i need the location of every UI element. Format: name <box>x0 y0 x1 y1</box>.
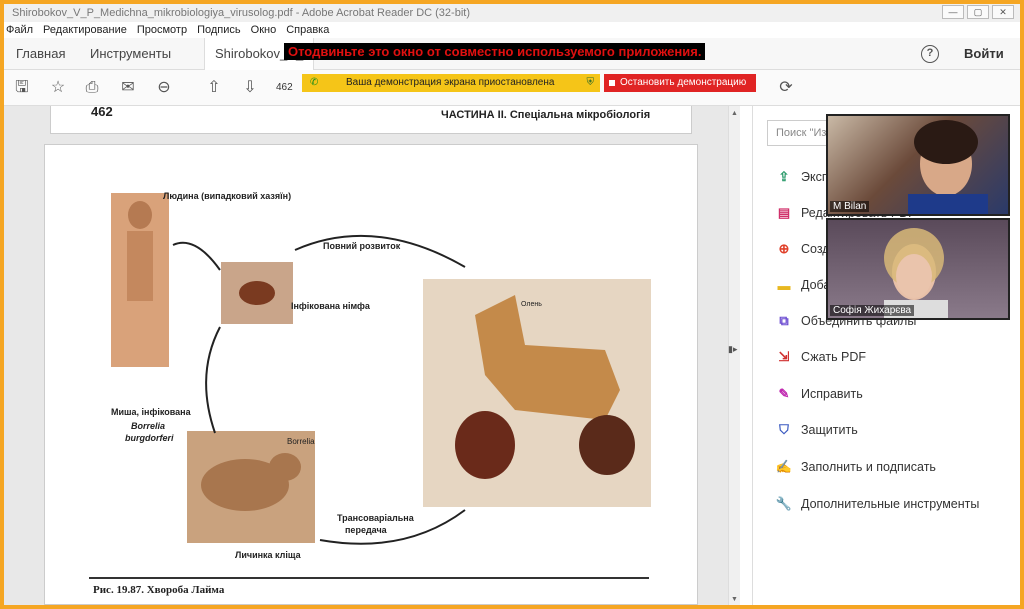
email-icon[interactable]: ✉ <box>118 78 138 98</box>
menu-file[interactable]: Файл <box>6 22 33 38</box>
label-burgdorferi: burgdorferi <box>125 433 174 443</box>
zoom-out-icon[interactable]: ⊖ <box>154 78 174 98</box>
collapse-pane-icon[interactable]: ▮▸ <box>728 344 750 364</box>
label-transovarial: Трансоваріальна <box>337 513 414 523</box>
participant-name: M Bilan <box>830 201 870 212</box>
tool-label: Защитить <box>801 423 858 437</box>
create-pdf-icon: ⊕ <box>778 241 790 256</box>
menu-window[interactable]: Окно <box>251 22 277 38</box>
screen-share-paused-bar: ✆ Ваша демонстрация экрана приостановлен… <box>302 74 600 92</box>
tool-compress[interactable]: ⇲ Сжать PDF <box>775 346 867 368</box>
share-warning-banner: Отодвиньте это окно от совместно использ… <box>284 43 706 60</box>
label-mouse: Миша, інфікована <box>111 407 191 417</box>
signin-button[interactable]: Войти <box>964 38 1004 70</box>
window-controls: — ▢ ✕ <box>942 5 1014 19</box>
tool-label: Исправить <box>801 387 863 401</box>
label-deer: Олень <box>521 301 542 308</box>
edit-pdf-icon: ▤ <box>777 205 791 220</box>
label-full-development: Повний розвиток <box>323 241 401 251</box>
participant-video-2: Софія Жихарєва <box>826 218 1010 320</box>
menu-bar: Файл Редактирование Просмотр Подпись Окн… <box>4 22 1020 38</box>
bookmark-star-icon[interactable]: ☆ <box>48 78 68 98</box>
comment-icon: ▬ <box>777 277 791 293</box>
next-page-icon[interactable]: ⇩ <box>240 78 260 98</box>
previous-page-strip: 462 ЧАСТИНА II. Спеціальна мікробіологія <box>50 104 692 134</box>
pen-icon: ✎ <box>778 386 790 401</box>
participant-name: Софія Жихарєва <box>830 305 915 316</box>
maximize-icon[interactable]: ▢ <box>967 5 989 19</box>
close-icon[interactable]: ✕ <box>992 5 1014 19</box>
page-number: 462 <box>91 104 113 119</box>
tool-protect[interactable]: ⛉ Защитить <box>775 419 858 441</box>
tab-tools[interactable]: Инструменты <box>90 38 171 70</box>
menu-help[interactable]: Справка <box>286 22 329 38</box>
tool-label: Заполнить и подписать <box>801 460 936 474</box>
menu-edit[interactable]: Редактирование <box>43 22 127 38</box>
shield-icon: ⛨ <box>586 77 595 88</box>
paused-text: Ваша демонстрация экрана приостановлена <box>346 77 555 88</box>
label-borrelia: Borrelia <box>131 421 166 431</box>
compress-pdf-icon: ⇲ <box>778 349 790 364</box>
label-larva: Личинка кліща <box>235 550 301 560</box>
chapter-header: ЧАСТИНА II. Спеціальна мікробіологія <box>441 109 651 121</box>
print-icon[interactable]: ⎙ <box>82 78 102 98</box>
label-borrelia-small: Borrelia <box>287 437 315 446</box>
export-pdf-icon: ⇪ <box>778 169 790 184</box>
label-human: Людина (випадковий хазяїн) <box>163 191 292 201</box>
shield-icon: ⛉ <box>779 422 789 437</box>
title-bar: Shirobokov_V_P_Medichna_mikrobiologiya_v… <box>4 4 1020 22</box>
scroll-down-icon[interactable]: ▼ <box>731 596 738 603</box>
menu-sign[interactable]: Подпись <box>197 22 241 38</box>
figure-caption: Рис. 19.87. Хвороба Лайма <box>93 584 225 596</box>
participant-video-1: M Bilan <box>826 114 1010 216</box>
signature-icon: ✍ <box>775 459 793 474</box>
save-icon[interactable]: 🖫 <box>12 78 32 98</box>
rotate-icon[interactable]: ⟳ <box>776 78 796 98</box>
stop-sharing-button[interactable]: Остановить демонстрацию <box>604 74 756 92</box>
tools-wrench-icon: 🔧 <box>775 496 793 511</box>
label-transmission: передача <box>345 525 387 535</box>
document-view[interactable]: 462 ЧАСТИНА II. Спеціальна мікробіологія <box>4 104 728 605</box>
menu-view[interactable]: Просмотр <box>137 22 187 38</box>
prev-page-icon[interactable]: ⇧ <box>204 78 224 98</box>
tool-fill-sign[interactable]: ✍ Заполнить и подписать <box>775 456 936 478</box>
pdf-page: Людина (випадковий хазяїн) Повний розвит… <box>44 144 698 605</box>
label-nymph: Інфікована німфа <box>291 301 370 311</box>
window-title: Shirobokov_V_P_Medichna_mikrobiologiya_v… <box>12 7 470 19</box>
tool-label: Дополнительные инструменты <box>801 497 980 511</box>
tab-home[interactable]: Главная <box>16 38 65 70</box>
share-border: Shirobokov_V_P_Medichna_mikrobiologiya_v… <box>0 0 1024 609</box>
acrobat-window: Shirobokov_V_P_Medichna_mikrobiologiya_v… <box>4 4 1020 605</box>
caption-rule <box>89 577 649 579</box>
tool-more[interactable]: 🔧 Дополнительные инструменты <box>775 493 979 515</box>
lyme-cycle-figure <box>111 193 651 545</box>
phone-icon: ✆ <box>310 77 319 88</box>
tool-label: Сжать PDF <box>801 350 867 364</box>
help-icon[interactable]: ? <box>921 45 939 63</box>
combine-files-icon: ⧉ <box>779 313 789 328</box>
minimize-icon[interactable]: — <box>942 5 964 19</box>
scroll-up-icon[interactable]: ▲ <box>731 110 738 117</box>
tool-fix[interactable]: ✎ Исправить <box>775 383 863 405</box>
